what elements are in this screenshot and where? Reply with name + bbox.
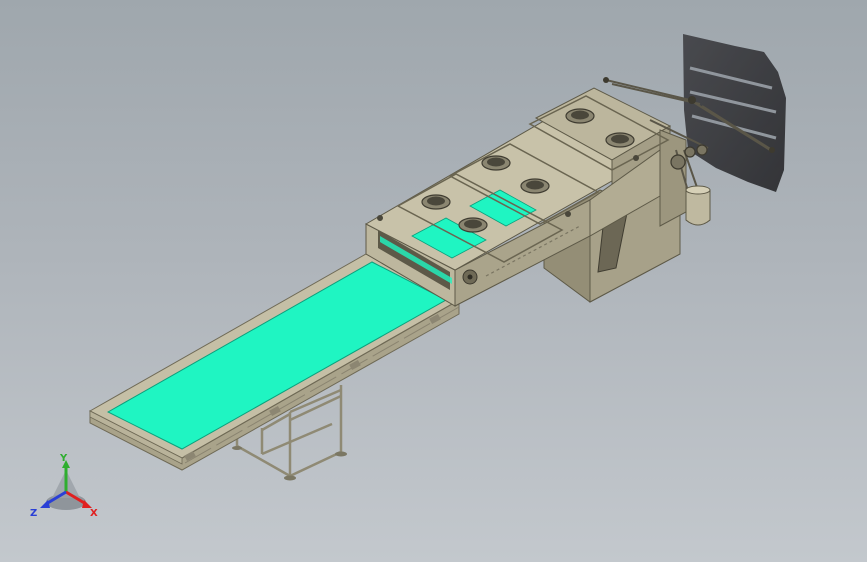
foot-pad <box>335 451 347 457</box>
rear-tower-side <box>659 129 687 227</box>
bolt <box>633 155 639 161</box>
coordinate-triad[interactable]: Y X Z <box>30 453 98 519</box>
bolt <box>565 211 571 217</box>
infeed-conveyor[interactable] <box>88 253 461 481</box>
collection-bin[interactable] <box>685 185 711 226</box>
foot-pad <box>232 446 242 450</box>
linkage-pivot <box>688 96 696 104</box>
cad-viewport[interactable]: Y X Z <box>0 0 867 562</box>
linkage-pivot <box>603 77 609 83</box>
x-axis-label: X <box>90 508 98 519</box>
linkage-pivot <box>769 147 775 153</box>
gear <box>696 144 708 156</box>
foot-pad <box>284 475 296 481</box>
bolt <box>377 215 383 221</box>
ghost-shadow <box>683 34 786 192</box>
y-axis-label: Y <box>59 453 68 464</box>
gear <box>670 154 686 170</box>
gear <box>684 146 696 158</box>
z-axis-label: Z <box>30 508 37 519</box>
